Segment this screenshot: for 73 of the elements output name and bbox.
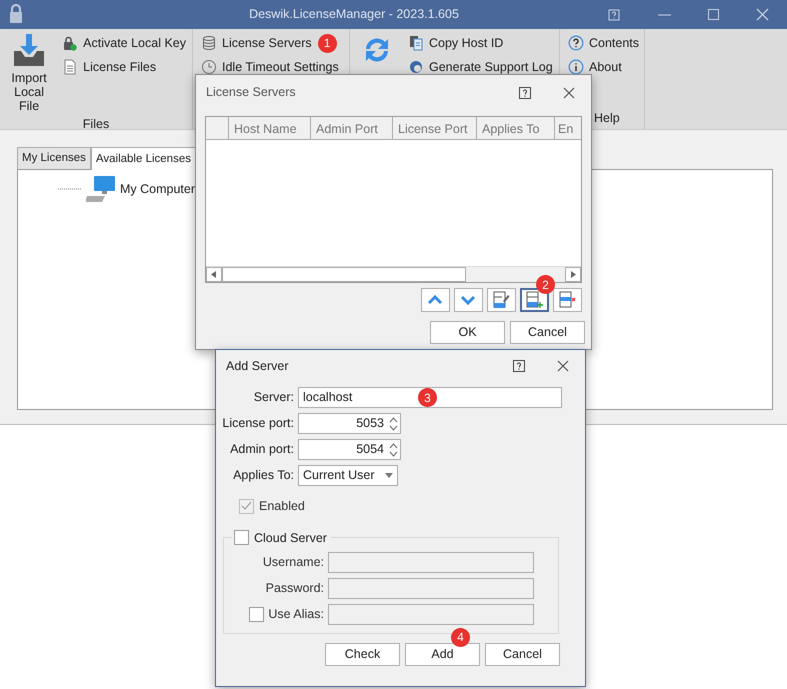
computer-icon <box>86 175 116 203</box>
checkbox[interactable] <box>234 530 249 546</box>
callout-badge: 4 <box>451 628 470 647</box>
dialog-button[interactable]: Cancel <box>485 642 560 666</box>
toolbar-button[interactable] <box>421 288 450 312</box>
help-circle-icon <box>568 35 584 51</box>
field-label: License port: <box>221 415 294 432</box>
tab[interactable]: Available Licenses <box>90 146 196 170</box>
checkbox-label: Enabled <box>259 498 305 515</box>
column-header[interactable]: En <box>555 117 578 139</box>
spin-arrows-icon <box>389 442 398 456</box>
dialog-button[interactable]: OK <box>430 321 505 344</box>
download-tray-icon <box>12 33 46 67</box>
edit-row-icon <box>492 291 511 309</box>
ribbon-item[interactable]: Activate Local Key <box>60 31 188 55</box>
dialog-title: Add Server <box>226 358 290 375</box>
tree-item[interactable]: My Computer <box>120 180 196 198</box>
check-icon <box>241 501 252 512</box>
field-label: Username: <box>262 554 324 571</box>
dialog-button[interactable]: Check <box>325 642 400 666</box>
document-icon <box>62 59 78 75</box>
tab[interactable]: My Licenses <box>17 146 91 169</box>
window-title: Deswik.LicenseManager - 2023.1.605 <box>248 6 460 24</box>
field-label: Use Alias: <box>268 606 324 623</box>
info-icon <box>568 59 584 75</box>
field-label: Applies To: <box>232 467 294 484</box>
copy-icon <box>408 35 424 51</box>
group-label: Files <box>82 117 110 131</box>
callout-badge: 1 <box>318 34 337 52</box>
toolbar-button[interactable] <box>454 288 483 312</box>
add-row-icon <box>525 291 544 309</box>
ribbon-item[interactable]: Contents <box>566 31 642 55</box>
ribbon-item[interactable]: About <box>566 55 642 79</box>
lock-check-icon <box>62 35 78 51</box>
scrollbar[interactable] <box>206 266 581 282</box>
ribbon-item[interactable]: License Files <box>60 55 188 79</box>
close-icon <box>563 86 575 98</box>
help-icon <box>513 360 525 372</box>
scroll-thumb[interactable] <box>222 267 466 282</box>
checkbox-label: Cloud Server <box>254 530 327 546</box>
spin-field[interactable]: 5054 <box>298 439 401 460</box>
dialog-button[interactable]: Cancel <box>510 321 585 344</box>
column-header[interactable]: License Port <box>393 117 477 139</box>
delete-row-icon <box>558 291 577 309</box>
column-header[interactable]: Admin Port <box>311 117 393 139</box>
import-button[interactable]: Import Local File <box>4 31 54 115</box>
help-icon <box>608 8 620 20</box>
database-icon <box>201 35 217 51</box>
field-label: Server: <box>252 389 294 406</box>
ribbon-item[interactable]: Idle Timeout Settings <box>199 55 341 79</box>
dropdown[interactable]: Current User <box>298 465 398 486</box>
dropdown-caret-icon <box>385 473 393 478</box>
column-header[interactable]: Applies To <box>477 117 555 139</box>
maximize-icon <box>707 8 720 21</box>
dialog-button[interactable]: Add <box>405 642 480 666</box>
tree-connector-icon <box>58 187 82 191</box>
close-icon <box>557 360 569 372</box>
dialog-title: License Servers <box>206 84 297 102</box>
close-icon <box>756 8 769 21</box>
spin-arrows-icon <box>389 416 398 430</box>
toolbar-button[interactable] <box>553 288 582 312</box>
field-label: Password: <box>266 580 324 597</box>
column-header[interactable]: Host Name <box>229 117 311 139</box>
toolbar-button[interactable] <box>520 288 549 312</box>
group-label: Help <box>594 111 620 125</box>
minimize-icon <box>658 14 671 16</box>
ribbon-item[interactable]: Copy Host ID <box>406 31 555 55</box>
toolbar-button[interactable] <box>487 288 516 312</box>
ribbon-item[interactable]: License Servers 1 <box>199 31 341 55</box>
clock-icon <box>201 59 217 75</box>
field-label: Admin port: <box>229 441 294 458</box>
help-icon <box>519 86 531 98</box>
spin-field[interactable]: 5053 <box>298 413 401 434</box>
